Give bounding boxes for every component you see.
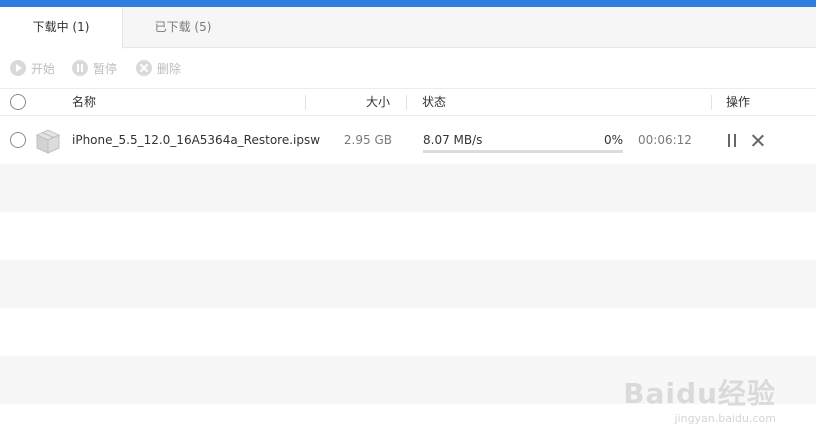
select-all-checkbox[interactable] xyxy=(10,94,26,110)
column-header-actions: 操作 xyxy=(726,95,751,109)
column-header-status: 状态 xyxy=(422,95,447,109)
empty-row xyxy=(0,164,816,212)
pause-icon xyxy=(728,134,730,147)
file-package-icon xyxy=(35,129,61,154)
column-divider xyxy=(406,95,407,110)
table-row[interactable]: iPhone_5.5_12.0_16A5364a_Restore.ipsw 2.… xyxy=(0,117,816,164)
watermark-url: jingyan.baidu.com xyxy=(674,412,776,425)
column-header-name: 名称 xyxy=(72,95,97,109)
row-checkbox[interactable] xyxy=(10,132,26,148)
progress-bar xyxy=(423,150,623,153)
pause-label: 暂停 xyxy=(93,61,118,76)
pause-icon xyxy=(72,60,88,76)
column-divider xyxy=(711,95,712,110)
tab-downloading[interactable]: 下载中 (1) xyxy=(0,7,123,49)
file-size: 2.95 GB xyxy=(343,133,392,147)
table-header: 名称 大小 状态 操作 xyxy=(0,89,816,116)
watermark-brand: Baidu经验 xyxy=(623,377,776,410)
delete-button[interactable]: 删除 xyxy=(136,59,181,77)
start-button[interactable]: 开始 xyxy=(10,59,55,77)
download-speed: 8.07 MB/s xyxy=(423,133,483,147)
tab-downloaded[interactable]: 已下载 (5) xyxy=(123,7,243,48)
delete-label: 删除 xyxy=(157,61,182,76)
time-remaining: 00:06:12 xyxy=(638,133,692,147)
play-icon xyxy=(10,60,26,76)
top-accent-bar xyxy=(0,0,816,7)
delete-download-button[interactable] xyxy=(751,134,764,147)
tab-bar: 下载中 (1) 已下载 (5) xyxy=(0,7,816,49)
column-header-size: 大小 xyxy=(366,95,391,109)
watermark: Baidu经验 jingyan.baidu.com xyxy=(623,372,776,425)
toolbar: 开始 暂停 删除 xyxy=(0,48,816,89)
pause-button[interactable] xyxy=(726,134,738,147)
column-divider xyxy=(305,95,306,110)
download-percent: 0% xyxy=(603,133,623,147)
pause-all-button[interactable]: 暂停 xyxy=(72,59,117,77)
empty-row xyxy=(0,260,816,308)
close-icon xyxy=(136,60,152,76)
file-name: iPhone_5.5_12.0_16A5364a_Restore.ipsw xyxy=(72,133,321,147)
start-label: 开始 xyxy=(31,61,56,76)
